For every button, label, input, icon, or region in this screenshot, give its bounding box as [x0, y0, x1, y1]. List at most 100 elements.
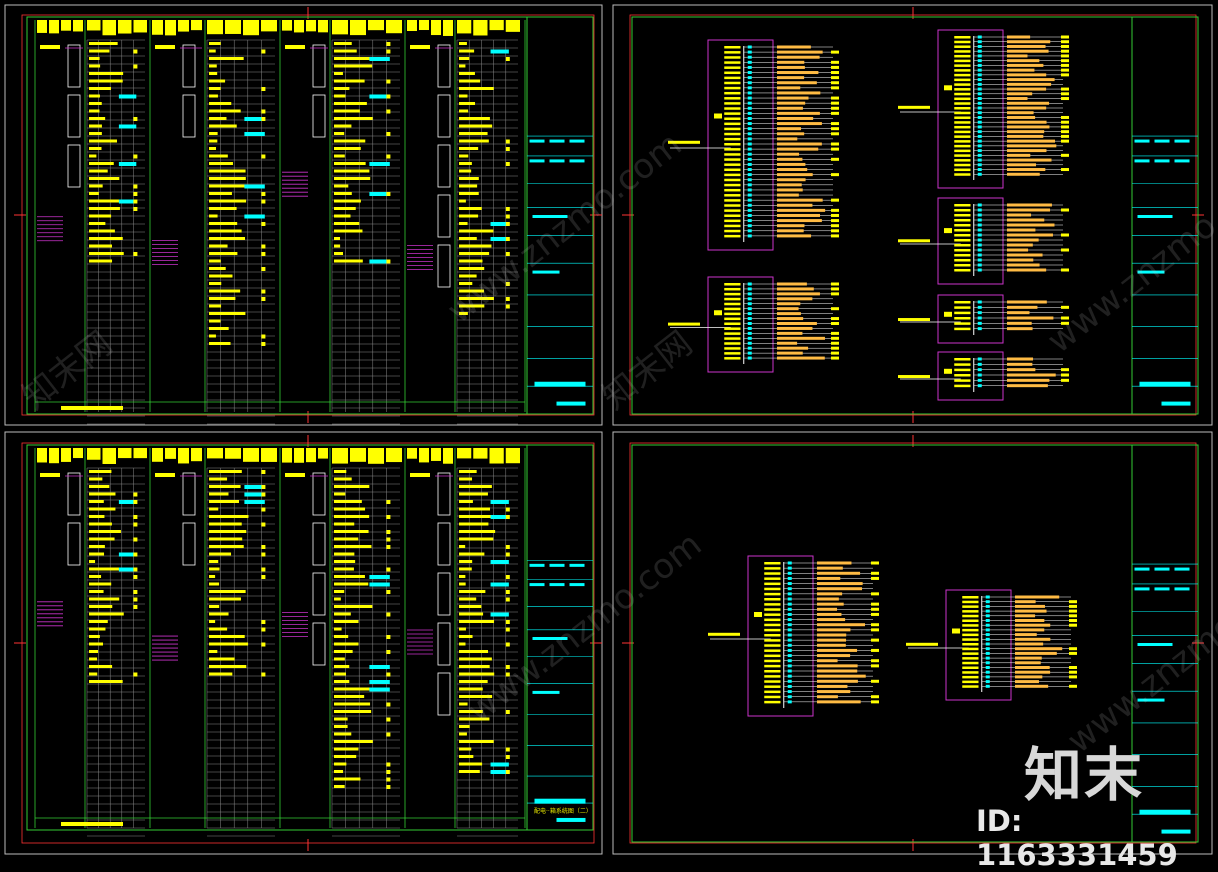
circuit-text — [817, 664, 858, 668]
circuit-text — [817, 612, 842, 616]
breaker-symbol — [977, 130, 982, 134]
circuit-label — [764, 664, 781, 668]
breaker-box — [437, 622, 451, 666]
circuit-label — [962, 680, 979, 684]
circuit-text — [777, 50, 823, 54]
table-cell-text — [209, 650, 218, 653]
breaker-symbol — [985, 666, 990, 669]
circuit-text — [817, 638, 847, 642]
table-cell-highlight — [118, 124, 137, 129]
table-cell-text — [209, 327, 229, 330]
circuit-text — [777, 45, 811, 49]
circuit-text — [1069, 684, 1077, 688]
circuit-text — [777, 229, 804, 233]
table-cell-mark — [505, 237, 510, 241]
circuit-text — [1007, 115, 1036, 119]
feeder-label — [285, 473, 305, 477]
table-cell-mark — [261, 575, 266, 579]
table-cell-text — [334, 470, 347, 473]
title-block-number — [556, 817, 586, 822]
breaker-symbol — [985, 656, 990, 660]
table-cell-mark — [386, 717, 391, 722]
table-cell-text — [459, 522, 489, 526]
table-cell-mark — [505, 545, 510, 549]
circuit-text — [777, 81, 817, 85]
breaker-symbol — [787, 587, 792, 591]
title-block-text — [1174, 567, 1190, 571]
circuit-text — [817, 695, 838, 699]
breaker-symbol — [985, 670, 990, 674]
breaker-symbol — [985, 651, 990, 655]
breaker-symbol — [977, 268, 982, 272]
circuit-label — [954, 149, 971, 153]
table-cell-text — [209, 304, 222, 308]
table-cell-text — [209, 57, 244, 60]
breaker-box — [312, 44, 326, 88]
table-cell-text — [209, 312, 246, 315]
breaker-symbol — [977, 125, 982, 129]
table-cell-text — [209, 252, 238, 255]
circuit-text — [817, 561, 852, 565]
circuit-label — [954, 154, 971, 157]
circuit-text — [1007, 54, 1028, 58]
breaker-symbol — [747, 229, 752, 233]
table-cell-text — [209, 567, 220, 571]
table-cell-text — [209, 507, 219, 511]
table-cell-text — [334, 79, 365, 83]
circuit-text — [831, 198, 839, 202]
circuit-text — [831, 208, 839, 212]
table-cell-mark — [386, 777, 391, 782]
table-cell-text — [89, 492, 116, 496]
table-cell-mark — [386, 762, 391, 767]
table-cell-text — [209, 244, 228, 248]
title-block-text — [529, 563, 545, 567]
circuit-text — [1007, 268, 1047, 272]
title-block-text — [1134, 567, 1150, 571]
breaker-symbol — [787, 592, 792, 596]
table-cell-text — [459, 312, 468, 315]
header-text — [165, 20, 176, 36]
circuit-label — [954, 88, 971, 91]
title-block-text — [549, 139, 565, 143]
table-cell-text — [334, 657, 345, 661]
circuit-label — [954, 254, 971, 257]
table-cell-text — [459, 582, 466, 586]
title-block-text — [1134, 587, 1150, 591]
table-cell-text — [209, 620, 216, 623]
circuit-text — [817, 602, 844, 606]
table-cell-mark — [261, 117, 266, 121]
breaker-symbol — [787, 602, 792, 606]
circuit-label — [954, 59, 971, 63]
table-cell-text — [334, 244, 341, 248]
table-cell-text — [89, 147, 102, 150]
circuit-text — [1007, 73, 1047, 77]
circuit-label — [724, 214, 741, 217]
circuit-text — [831, 81, 839, 85]
breaker-symbol — [977, 362, 982, 366]
table-cell-text — [209, 42, 221, 45]
table-cell-mark — [133, 64, 138, 69]
title-block-text — [529, 583, 545, 587]
breaker-box — [67, 522, 81, 566]
table-cell-text — [209, 319, 221, 323]
header-text — [118, 20, 132, 34]
breaker-symbol — [747, 65, 752, 69]
circuit-label — [764, 654, 781, 658]
breaker-symbol — [985, 637, 990, 641]
breaker-symbol — [977, 139, 982, 143]
circuit-text — [1007, 97, 1028, 101]
table-cell-text — [334, 710, 372, 713]
table-cell-text — [334, 680, 350, 683]
circuit-text — [817, 659, 838, 663]
title-block-text — [532, 637, 568, 640]
table-cell-text — [459, 492, 488, 496]
table-cell-text — [459, 102, 476, 105]
table-cell-text — [89, 500, 104, 503]
header-text — [73, 448, 83, 459]
circuit-label — [954, 322, 971, 325]
circuit-label — [764, 598, 781, 601]
breaker-symbol — [747, 351, 752, 355]
circuit-text — [777, 297, 813, 301]
breaker-symbol — [977, 106, 982, 110]
table-cell-text — [209, 485, 241, 488]
